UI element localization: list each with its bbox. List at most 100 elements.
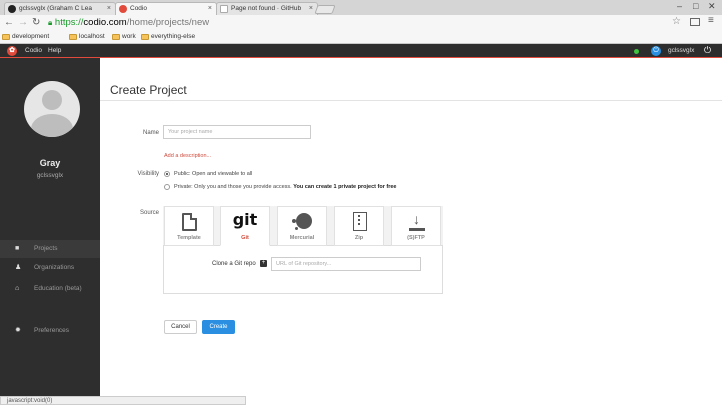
tab-github-404[interactable]: Page not found · GitHub × <box>216 2 318 15</box>
mercurial-drop-icon <box>295 227 298 230</box>
visibility-public-label[interactable]: Public: Open and viewable to all <box>174 171 252 177</box>
page-header: Create Project <box>100 75 722 101</box>
url-omnibox[interactable]: 🔒︎ https://codio.com/home/projects/new <box>48 17 668 29</box>
close-icon[interactable]: × <box>309 3 313 14</box>
mercurial-icon <box>296 213 312 229</box>
document-icon <box>182 213 197 231</box>
clone-git-repo-label: Clone a Git repo <box>212 261 256 267</box>
create-button[interactable]: Create <box>202 320 235 334</box>
forward-icon[interactable]: → <box>18 17 28 29</box>
url-scheme: https:// <box>54 17 84 28</box>
git-repo-url-input[interactable]: URL of Git repository... <box>271 257 421 271</box>
tab-codio[interactable]: Codio × <box>115 2 217 15</box>
visibility-private-text: Private: Only you and those you provide … <box>174 184 292 190</box>
codio-logo-icon[interactable]: ✿ <box>7 46 17 56</box>
avatar-body <box>31 114 73 137</box>
zip-file-icon <box>353 212 367 231</box>
new-tab-button[interactable] <box>314 5 336 14</box>
source-tab-zip[interactable]: Zip <box>334 206 384 246</box>
online-status-icon <box>634 49 639 54</box>
sidebar-item-organizations[interactable]: ♟ Organizations <box>0 259 100 277</box>
avatar[interactable] <box>24 81 80 137</box>
close-window-icon[interactable]: ✕ <box>708 1 716 12</box>
github-icon <box>8 5 16 13</box>
browser-status-bar: javascript:void(0) <box>0 396 246 405</box>
sidebar: Gray gclssvglx ■ Projects ♟ Organization… <box>0 58 100 405</box>
codio-icon <box>119 5 127 13</box>
bookmark-star-icon[interactable]: ☆ <box>672 16 681 27</box>
project-name-input[interactable]: Your project name <box>163 125 311 139</box>
folder-icon <box>69 34 77 40</box>
folder-icon <box>2 34 10 40</box>
bookmark-label: localhost <box>79 33 105 40</box>
git-logo-icon: git <box>232 210 258 229</box>
download-tray-icon <box>409 228 425 231</box>
source-label: Source <box>139 210 159 216</box>
tab-github-profile[interactable]: gclssvglx (Graham C Lea × <box>4 2 116 15</box>
users-icon: ♟ <box>15 264 22 271</box>
menu-help[interactable]: Help <box>48 46 61 56</box>
source-tab-label: Template <box>177 235 201 241</box>
source-tab-label: Zip <box>354 235 364 241</box>
visibility-private-note: You can create 1 private project for fre… <box>293 184 397 190</box>
source-tab-label: Mercurial <box>289 235 315 241</box>
bookmark-folder-work[interactable]: work <box>112 32 136 42</box>
bookmark-folder-everything-else[interactable]: everything-else <box>141 32 195 42</box>
sidebar-item-label: Education (beta) <box>34 285 82 292</box>
visibility-public-radio[interactable] <box>164 171 170 177</box>
add-description-link[interactable]: Add a description... <box>164 153 211 159</box>
logout-icon[interactable]: ⏻ <box>704 45 711 56</box>
bookmark-folder-development[interactable]: development <box>2 32 49 42</box>
user-display-name: Gray <box>39 158 61 168</box>
folder-icon <box>141 34 149 40</box>
sidebar-item-label: Projects <box>34 245 58 252</box>
maximize-icon[interactable]: □ <box>693 1 698 11</box>
source-tab-sftp[interactable]: ↓ (S)FTP <box>391 206 441 246</box>
cancel-button[interactable]: Cancel <box>164 320 197 334</box>
minimize-icon[interactable]: – <box>677 1 682 11</box>
address-bar: ← → ↻ 🔒︎ https://codio.com/home/projects… <box>0 15 722 31</box>
url-path: /home/projects/new <box>126 17 210 28</box>
page-icon <box>220 5 228 13</box>
back-icon[interactable]: ← <box>4 17 14 29</box>
tab-label: gclssvglx (Graham C Lea <box>19 5 92 12</box>
bookmarks-bar: development localhost work everything-el… <box>0 31 722 44</box>
browser-menu-icon[interactable]: ≡ <box>708 15 714 26</box>
source-tab-label: Git <box>241 235 249 241</box>
download-icon: ↓ <box>413 211 420 227</box>
sidebar-item-preferences[interactable]: ✹ Preferences <box>0 322 100 340</box>
source-tab-git[interactable]: git Git <box>220 206 270 246</box>
name-label: Name <box>142 130 159 136</box>
folder-icon <box>112 34 120 40</box>
mercurial-drop-icon <box>292 219 296 223</box>
folder-icon: ■ <box>15 245 20 252</box>
sidebar-item-label: Organizations <box>34 264 75 271</box>
gear-icon: ✹ <box>15 327 21 334</box>
sidebar-item-education[interactable]: ⌂ Education (beta) <box>0 280 100 298</box>
menu-codio[interactable]: Codio <box>25 46 42 56</box>
bookmark-label: development <box>12 33 50 40</box>
visibility-private-radio[interactable] <box>164 184 170 190</box>
close-icon[interactable]: × <box>208 3 212 14</box>
close-icon[interactable]: × <box>107 3 111 14</box>
browser-tab-strip: gclssvglx (Graham C Lea × Codio × Page n… <box>0 0 722 15</box>
lock-icon: 🔒︎ <box>48 18 53 27</box>
plus-icon[interactable]: + <box>260 260 267 267</box>
power-icon[interactable]: ⏻ <box>651 46 661 56</box>
cast-icon[interactable] <box>690 18 700 26</box>
top-username[interactable]: gclssvglx <box>668 46 694 56</box>
url-host: codio.com <box>83 17 127 28</box>
user-handle: gclssvglx <box>36 172 64 179</box>
page-title: Create Project <box>110 83 187 97</box>
source-tab-mercurial[interactable]: Mercurial <box>277 206 327 246</box>
sidebar-item-label: Preferences <box>34 327 70 334</box>
visibility-label: Visibility <box>137 171 159 177</box>
source-tab-template[interactable]: Template <box>164 206 214 246</box>
visibility-private-label[interactable]: Private: Only you and those you provide … <box>174 184 396 190</box>
sidebar-item-projects[interactable]: ■ Projects <box>0 240 100 258</box>
tab-label: Codio <box>130 5 147 12</box>
bookmark-label: work <box>122 33 136 40</box>
bookmark-label: everything-else <box>151 33 196 40</box>
bookmark-folder-localhost[interactable]: localhost <box>69 32 105 42</box>
reload-icon[interactable]: ↻ <box>32 17 40 29</box>
